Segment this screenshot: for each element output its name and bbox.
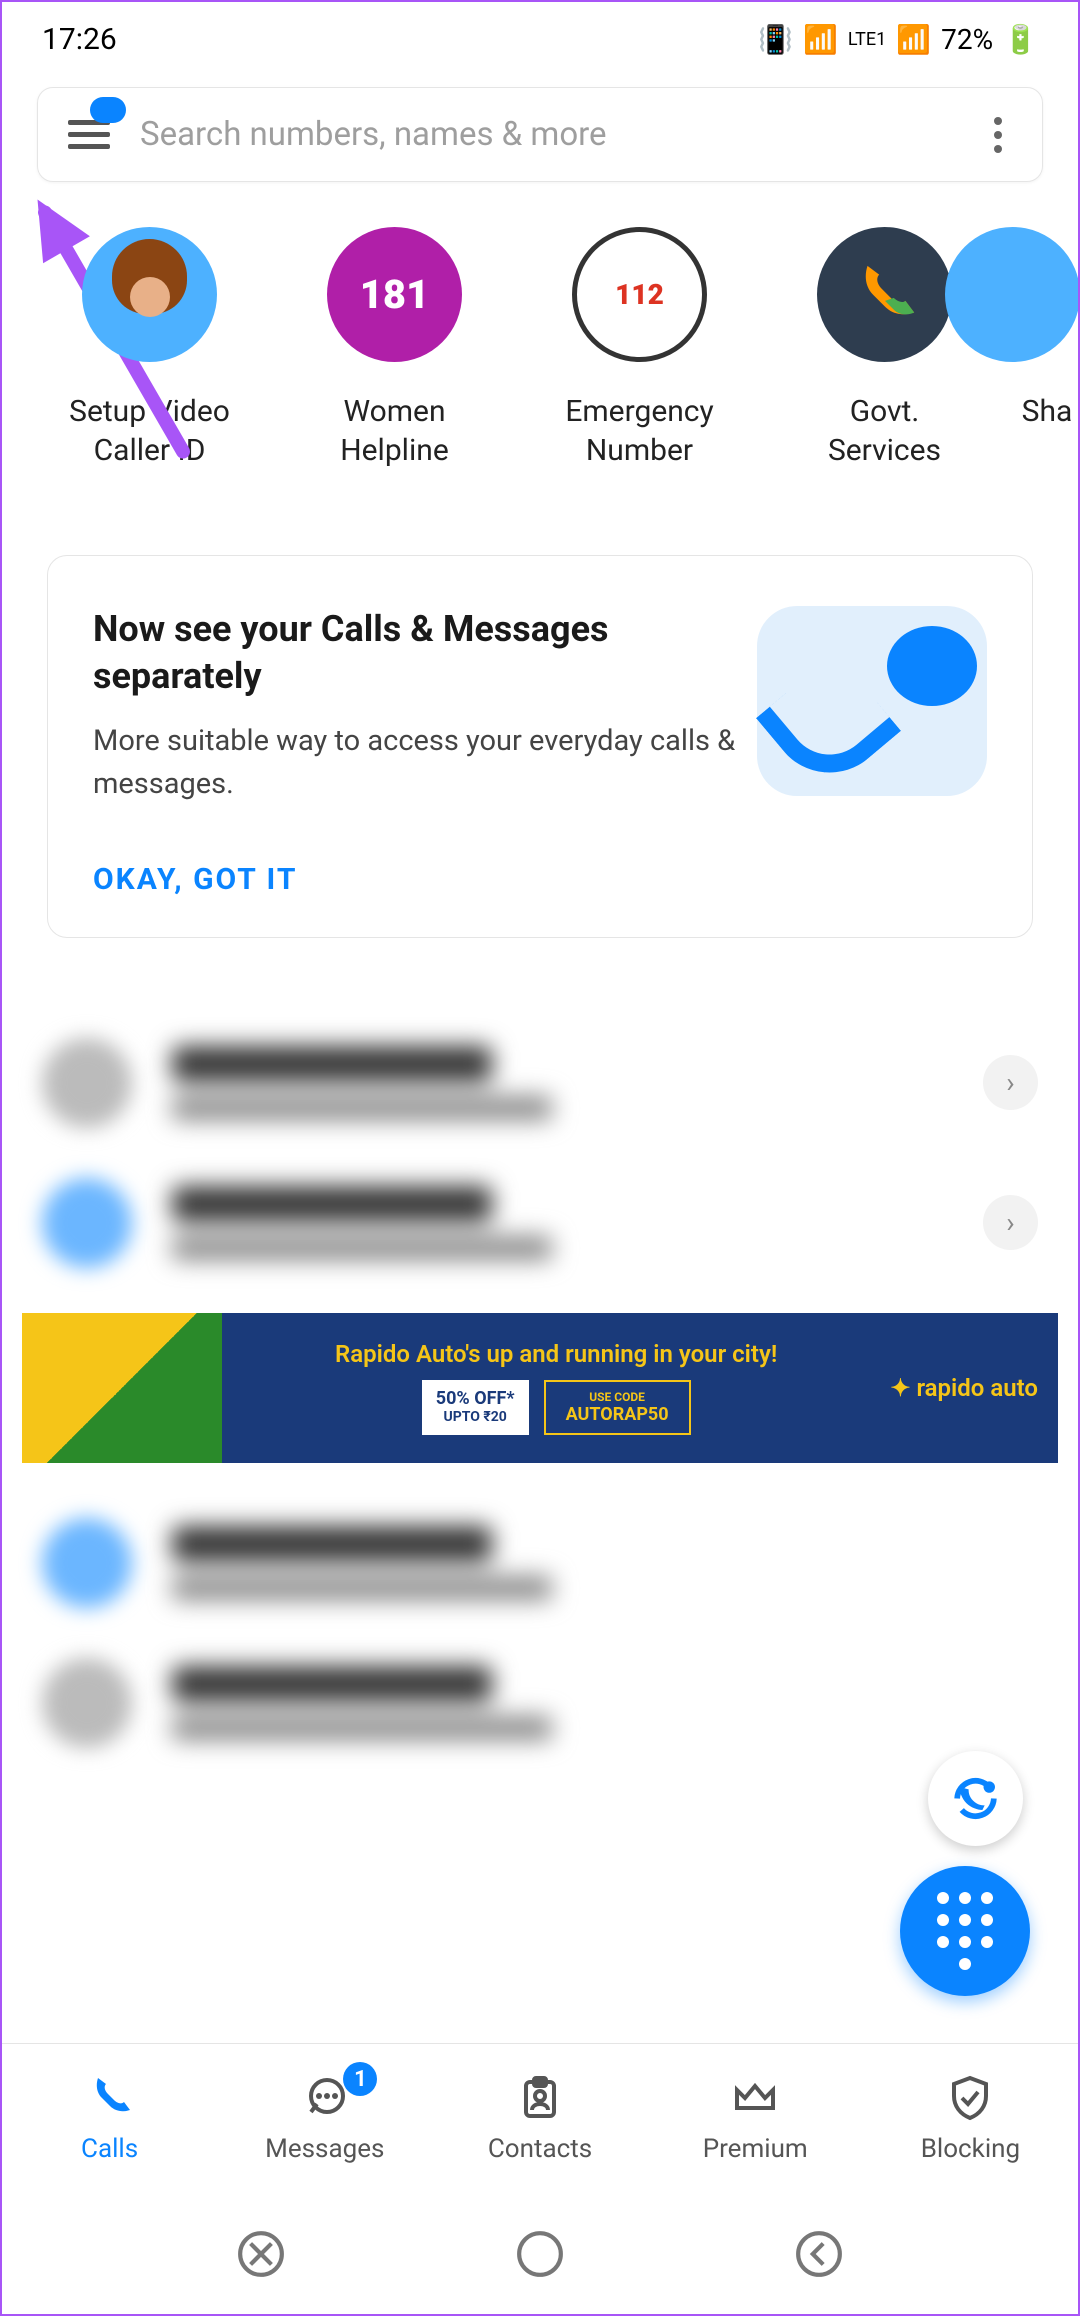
home-button[interactable]	[515, 2229, 565, 2279]
shortcut-emergency[interactable]: 112 Emergency Number	[517, 227, 762, 470]
battery-icon: 🔋	[1003, 23, 1038, 56]
fab-secondary-button[interactable]	[928, 1751, 1023, 1846]
chevron-right-icon[interactable]: ›	[983, 1195, 1038, 1250]
search-placeholder: Search numbers, names & more	[140, 115, 984, 154]
nav-label: Premium	[703, 2134, 808, 2164]
call-avatar	[42, 1518, 132, 1608]
search-bar[interactable]: Search numbers, names & more	[37, 87, 1043, 182]
vibrate-icon: 📳	[758, 23, 793, 56]
hamburger-icon	[68, 120, 110, 149]
call-avatar	[42, 1178, 132, 1268]
back-button[interactable]	[794, 2229, 844, 2279]
call-avatar	[42, 1038, 132, 1128]
shortcut-label: Govt. Services	[828, 392, 941, 470]
nav-label: Contacts	[488, 2134, 592, 2164]
shortcut-partial[interactable]: Sha	[1007, 227, 1078, 470]
battery-percent: 72%	[941, 23, 993, 56]
nav-contacts[interactable]: Contacts	[432, 2044, 647, 2194]
partial-icon	[945, 227, 1079, 362]
shortcut-label: Sha	[1022, 392, 1073, 431]
nav-blocking[interactable]: Blocking	[863, 2044, 1078, 2194]
info-card-title: Now see your Calls & Messages separately	[93, 606, 737, 700]
nav-label: Calls	[81, 2134, 138, 2164]
call-item[interactable]	[2, 1633, 1078, 1773]
ad-brand-logo: ✦ rapido auto	[890, 1374, 1038, 1402]
call-item[interactable]	[2, 1493, 1078, 1633]
fab-dialpad-button[interactable]	[900, 1866, 1030, 1996]
status-right: 📳 📶 LTE1 📶 72% 🔋	[758, 23, 1038, 56]
info-card: Now see your Calls & Messages separately…	[47, 555, 1033, 938]
ad-offer-box: 50% OFF* UPTO ₹20	[422, 1380, 529, 1435]
ad-code-box: USE CODE AUTORAP50	[544, 1380, 691, 1435]
govt-icon	[817, 227, 952, 362]
nav-badge: 1	[343, 2062, 377, 2096]
wifi-icon: 📶	[803, 23, 838, 56]
network-label: LTE1	[848, 29, 886, 50]
status-bar: 17:26 📳 📶 LTE1 📶 72% 🔋	[2, 2, 1078, 67]
recents-button[interactable]	[236, 2229, 286, 2279]
ad-image	[22, 1313, 222, 1463]
shortcuts-row[interactable]: Setup Video Caller ID 181 Women Helpline…	[2, 202, 1078, 495]
info-card-illustration	[757, 606, 987, 796]
nav-label: Messages	[265, 2134, 384, 2164]
nav-calls[interactable]: Calls	[2, 2044, 217, 2194]
info-card-action-button[interactable]: OKAY, GOT IT	[93, 862, 737, 897]
nav-label: Blocking	[921, 2134, 1020, 2164]
bottom-navigation: Calls 1 Messages Contacts Premium Blocki…	[2, 2043, 1078, 2194]
shortcut-women-helpline[interactable]: 181 Women Helpline	[272, 227, 517, 470]
shortcut-label: Setup Video Caller ID	[69, 392, 230, 470]
shortcut-label: Emergency Number	[565, 392, 713, 470]
menu-button[interactable]	[68, 113, 110, 156]
avatar-icon	[82, 227, 217, 362]
call-avatar	[42, 1658, 132, 1748]
more-options-button[interactable]	[984, 117, 1012, 153]
menu-notification-dot	[90, 97, 126, 123]
signal-icon: 📶	[896, 23, 931, 56]
ad-title: Rapido Auto's up and running in your cit…	[222, 1340, 890, 1368]
nav-premium[interactable]: Premium	[648, 2044, 863, 2194]
status-time: 17:26	[42, 22, 117, 57]
system-navigation	[2, 2194, 1078, 2314]
ad-banner[interactable]: Rapido Auto's up and running in your cit…	[22, 1313, 1058, 1463]
call-list: › ›	[2, 968, 1078, 1293]
chevron-right-icon[interactable]: ›	[983, 1055, 1038, 1110]
call-list-continued	[2, 1483, 1078, 1773]
shortcut-label: Women Helpline	[340, 392, 449, 470]
info-card-description: More suitable way to access your everyda…	[93, 720, 737, 807]
emergency-icon: 112	[572, 227, 707, 362]
shortcut-video-caller-id[interactable]: Setup Video Caller ID	[27, 227, 272, 470]
call-item[interactable]: ›	[2, 1013, 1078, 1153]
nav-messages[interactable]: 1 Messages	[217, 2044, 432, 2194]
helpline-icon: 181	[327, 227, 462, 362]
call-item[interactable]: ›	[2, 1153, 1078, 1293]
dialpad-icon	[937, 1892, 993, 1970]
